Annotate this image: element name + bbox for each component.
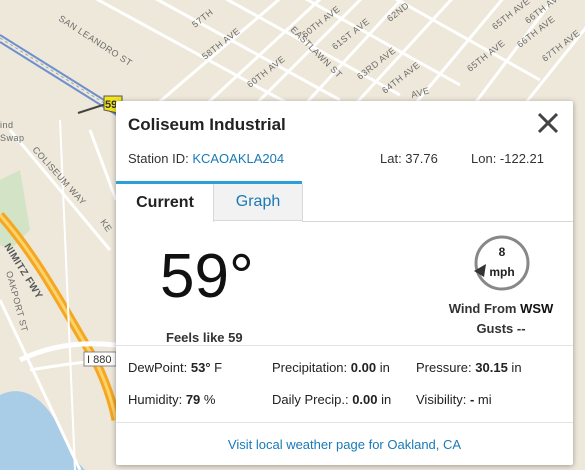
dewpoint-value: 53° (190, 360, 211, 375)
wind-gusts: Gusts -- (476, 321, 526, 336)
humidity-label: Humidity: (128, 392, 183, 407)
daily-precipitation-value: 0.00 (352, 392, 378, 407)
precipitation-unit: in (376, 360, 390, 375)
wind-speed: 8 (498, 245, 506, 259)
station-popup: Coliseum Industrial Station ID: KCAOAKLA… (116, 101, 573, 465)
precipitation-label: Precipitation: (272, 360, 348, 375)
close-icon[interactable] (534, 109, 562, 137)
pressure-value: 30.15 (475, 360, 508, 375)
area-label-ind: ind (0, 120, 14, 130)
observations-divider (116, 345, 573, 346)
daily-precipitation-label: Daily Precip.: (272, 392, 349, 407)
area-label-swap: Swap (0, 133, 25, 143)
visibility-label: Visibility: (416, 392, 467, 407)
pressure: Pressure: 30.15 in (416, 360, 522, 375)
wind-direction: WSW (520, 301, 554, 316)
dewpoint-label: DewPoint: (128, 360, 188, 375)
wind-unit: mph (489, 265, 515, 279)
humidity: Humidity: 79 % (128, 392, 215, 407)
latitude: Lat: 37.76 (380, 151, 438, 166)
longitude: Lon: -122.21 (471, 151, 545, 166)
pressure-unit: in (507, 360, 522, 375)
humidity-value: 79 (185, 392, 201, 407)
daily-precipitation: Daily Precip.: 0.00 in (272, 392, 391, 407)
temperature-value: 59° (160, 242, 254, 311)
station-id-label: Station ID: (128, 151, 189, 166)
pressure-label: Pressure: (416, 360, 472, 375)
tab-graph[interactable]: Graph (214, 184, 303, 221)
tab-bar: Current Graph (116, 181, 573, 222)
tab-divider (302, 221, 573, 222)
dewpoint-unit: F (210, 360, 223, 375)
popup-title: Coliseum Industrial (128, 115, 286, 134)
visibility: Visibility: - mi (416, 392, 492, 407)
close-button[interactable] (534, 109, 562, 137)
precipitation-value: 0.00 (350, 360, 377, 375)
footer-divider (116, 422, 573, 423)
wind-from-label: Wind From (448, 301, 517, 316)
feels-like: Feels like 59 (166, 330, 243, 345)
wind-from: Wind From WSW (436, 301, 566, 316)
precipitation: Precipitation: 0.00 in (272, 360, 390, 375)
tab-current[interactable]: Current (117, 184, 214, 222)
highway-label: I 880 (87, 354, 111, 366)
dewpoint: DewPoint: 53° F (128, 360, 222, 375)
humidity-unit: % (200, 392, 216, 407)
local-weather-link[interactable]: Visit local weather page for Oakland, CA (116, 437, 573, 452)
station-id-link[interactable]: KCAOAKLA204 (192, 151, 284, 166)
station-id-row: Station ID: KCAOAKLA204 (128, 151, 284, 166)
daily-precipitation-unit: in (377, 392, 392, 407)
visibility-unit: mi (474, 392, 492, 407)
wind-direction-icon (474, 235, 530, 291)
